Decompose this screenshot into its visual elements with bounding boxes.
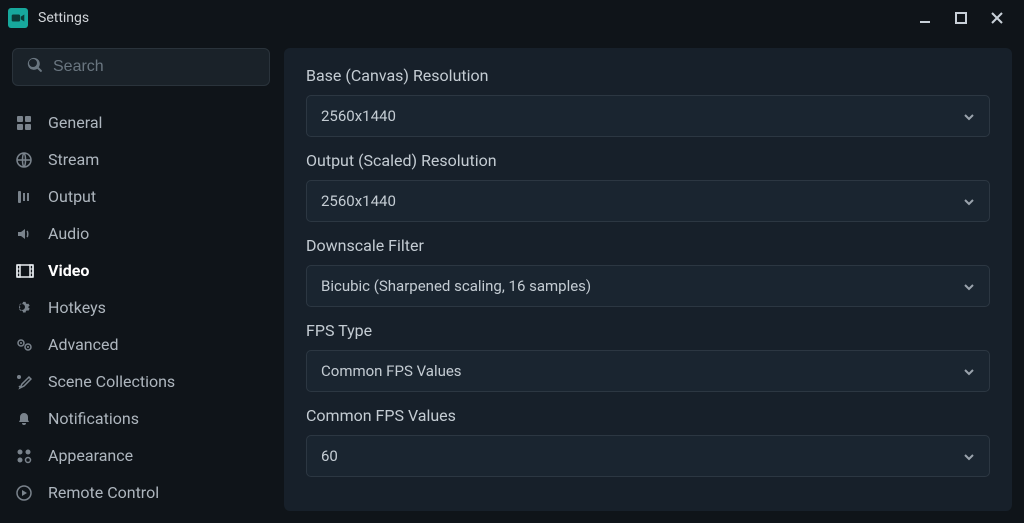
sidebar-item-scene-collections[interactable]: Scene Collections [12,363,270,400]
sidebar-item-general[interactable]: General [12,104,270,141]
film-icon [16,263,42,279]
sidebar-item-label: Output [48,187,96,206]
sidebar: General Stream Output Audio [12,48,270,511]
field-common-fps: Common FPS Values 60 [306,406,990,477]
sidebar-item-label: Remote Control [48,483,159,502]
chevron-down-icon [963,277,975,295]
field-label: Downscale Filter [306,236,990,255]
search-input[interactable] [53,58,255,76]
sidebar-item-hotkeys[interactable]: Hotkeys [12,289,270,326]
field-label: Output (Scaled) Resolution [306,151,990,170]
dropdown-value: Common FPS Values [321,362,462,380]
sidebar-item-notifications[interactable]: Notifications [12,400,270,437]
field-label: Common FPS Values [306,406,990,425]
search-icon [27,57,43,77]
nav-list: General Stream Output Audio [12,104,270,511]
app-icon [8,8,28,28]
sidebar-item-stream[interactable]: Stream [12,141,270,178]
dropdown-value: Bicubic (Sharpened scaling, 16 samples) [321,277,591,295]
field-base-resolution: Base (Canvas) Resolution 2560x1440 [306,66,990,137]
sidebar-item-label: Appearance [48,446,133,465]
sidebar-item-label: General [48,113,102,132]
sidebar-item-video[interactable]: Video [12,252,270,289]
sidebar-item-label: Audio [48,224,89,243]
sidebar-item-appearance[interactable]: Appearance [12,437,270,474]
maximize-button[interactable] [952,9,970,27]
sidebar-item-label: Notifications [48,409,139,428]
titlebar: Settings [0,0,1024,36]
common-fps-dropdown[interactable]: 60 [306,435,990,477]
field-label: Base (Canvas) Resolution [306,66,990,85]
downscale-filter-dropdown[interactable]: Bicubic (Sharpened scaling, 16 samples) [306,265,990,307]
sidebar-item-label: Advanced [48,335,119,354]
main-panel: Base (Canvas) Resolution 2560x1440 Outpu… [284,48,1012,511]
chevron-down-icon [963,192,975,210]
sidebar-item-remote-control[interactable]: Remote Control [12,474,270,511]
play-circle-icon [16,485,42,501]
chevron-down-icon [963,107,975,125]
fps-type-dropdown[interactable]: Common FPS Values [306,350,990,392]
sidebar-item-output[interactable]: Output [12,178,270,215]
speaker-icon [16,226,42,242]
dropdown-value: 60 [321,447,338,465]
dropdown-value: 2560x1440 [321,107,396,125]
field-downscale-filter: Downscale Filter Bicubic (Sharpened scal… [306,236,990,307]
chevron-down-icon [963,362,975,380]
sidebar-item-label: Stream [48,150,99,169]
gear-icon [16,300,42,316]
window-title: Settings [38,10,89,26]
window-controls [916,9,1016,27]
output-resolution-dropdown[interactable]: 2560x1440 [306,180,990,222]
dropdown-value: 2560x1440 [321,192,396,210]
bell-icon [16,411,42,427]
output-icon [16,189,42,205]
field-output-resolution: Output (Scaled) Resolution 2560x1440 [306,151,990,222]
sidebar-item-audio[interactable]: Audio [12,215,270,252]
sidebar-item-advanced[interactable]: Advanced [12,326,270,363]
field-label: FPS Type [306,321,990,340]
close-button[interactable] [988,9,1006,27]
globe-icon [16,152,42,168]
tools-icon [16,374,42,390]
gears-icon [16,337,42,353]
grid-icon [16,115,42,131]
chevron-down-icon [963,447,975,465]
base-resolution-dropdown[interactable]: 2560x1440 [306,95,990,137]
sidebar-item-label: Scene Collections [48,372,175,391]
sidebar-item-label: Hotkeys [48,298,106,317]
sidebar-item-label: Video [48,261,89,280]
field-fps-type: FPS Type Common FPS Values [306,321,990,392]
appearance-icon [16,448,42,464]
minimize-button[interactable] [916,9,934,27]
search-box[interactable] [12,48,270,86]
